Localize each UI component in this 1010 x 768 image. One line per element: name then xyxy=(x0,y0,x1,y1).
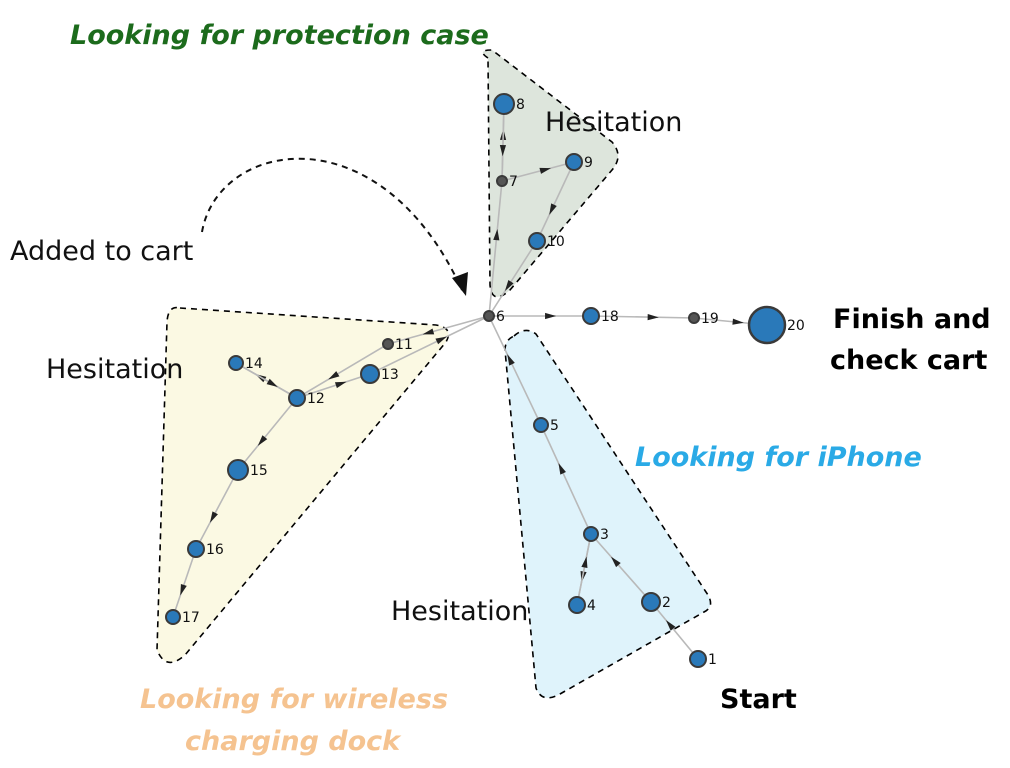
node-label-20: 20 xyxy=(787,318,805,334)
node-19[interactable] xyxy=(688,312,700,324)
node-label-1: 1 xyxy=(708,652,717,668)
node-9[interactable] xyxy=(565,153,583,171)
node-10[interactable] xyxy=(528,232,546,250)
node-4[interactable] xyxy=(568,596,586,614)
node-20[interactable] xyxy=(747,305,787,345)
label-finish-line1: Finish and xyxy=(833,304,991,335)
region-iphone xyxy=(504,329,712,699)
label-hesitation-bottom: Hesitation xyxy=(391,596,528,627)
node-label-13: 13 xyxy=(381,367,399,383)
node-label-2: 2 xyxy=(662,595,671,611)
node-7[interactable] xyxy=(496,175,508,187)
node-label-15: 15 xyxy=(250,463,268,479)
node-label-12: 12 xyxy=(307,391,325,407)
label-start: Start xyxy=(720,684,797,715)
added-to-cart-arrowhead xyxy=(452,272,468,296)
node-label-4: 4 xyxy=(587,598,596,614)
node-2[interactable] xyxy=(641,592,661,612)
node-13[interactable] xyxy=(360,364,380,384)
node-label-6: 6 xyxy=(496,309,505,325)
edge-arrow-18-19 xyxy=(647,314,659,321)
node-label-5: 5 xyxy=(550,418,559,434)
label-dock-line2: charging dock xyxy=(185,726,402,757)
node-label-10: 10 xyxy=(547,234,565,250)
node-18[interactable] xyxy=(582,307,600,325)
node-6[interactable] xyxy=(483,310,495,322)
edge-arrow-6-18 xyxy=(545,312,557,320)
node-8[interactable] xyxy=(493,93,515,115)
label-hesitation-top: Hesitation xyxy=(545,107,682,138)
node-11[interactable] xyxy=(382,338,394,350)
node-5[interactable] xyxy=(533,417,549,433)
added-to-cart-arrow xyxy=(201,157,463,291)
node-label-9: 9 xyxy=(584,155,593,171)
node-15[interactable] xyxy=(227,459,249,481)
node-label-3: 3 xyxy=(600,527,609,543)
node-3[interactable] xyxy=(583,526,599,542)
node-label-8: 8 xyxy=(516,97,525,113)
label-finish-line2: check cart xyxy=(830,345,987,376)
node-label-16: 16 xyxy=(206,542,224,558)
label-looking-for-iphone: Looking for iPhone xyxy=(635,442,922,473)
label-dock-line1: Looking for wireless xyxy=(140,684,448,715)
region-protection-case xyxy=(482,49,619,298)
edge-arrow-19-20 xyxy=(732,318,744,325)
label-added-to-cart: Added to cart xyxy=(10,236,193,267)
session-graph: 123456789101112131415161718 19 20 Looking … xyxy=(10,20,991,757)
label-hesitation-left: Hesitation xyxy=(46,354,183,385)
node-16[interactable] xyxy=(187,540,205,558)
node-label-19: 19 xyxy=(701,311,719,327)
node-12[interactable] xyxy=(288,389,306,407)
node-14[interactable] xyxy=(228,355,244,371)
node-17[interactable] xyxy=(165,609,181,625)
node-label-18: 18 xyxy=(601,309,619,325)
node-label-11: 11 xyxy=(395,337,413,353)
diagram-canvas: 1 2 3 4 5 6 7 8 9 10 11 12 13 14 15 16 17 18 19 20 Looking … xyxy=(0,0,1010,768)
node-label-7: 7 xyxy=(509,174,518,190)
node-label-14: 14 xyxy=(245,356,263,372)
label-looking-for-protection-case: Looking for protection case xyxy=(70,20,489,51)
node-1[interactable] xyxy=(689,650,707,668)
node-label-17: 17 xyxy=(182,610,200,626)
